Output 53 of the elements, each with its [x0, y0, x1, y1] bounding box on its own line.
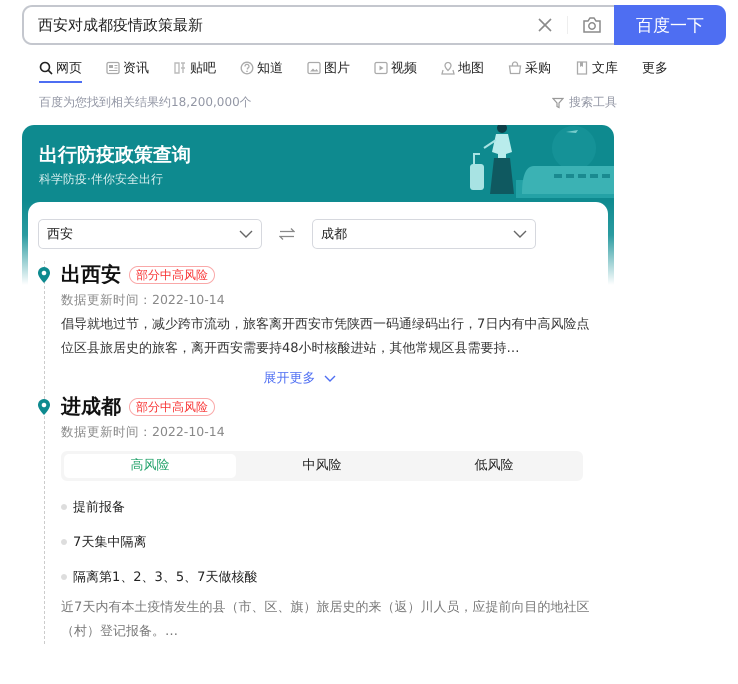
search-tab[interactable]: 知道 — [240, 55, 283, 83]
card-subtitle: 科学防疫·伴你安全出行 — [39, 171, 164, 188]
search-text[interactable]: 西安对成都疫情政策最新 — [38, 16, 523, 34]
bullet-dot — [61, 539, 67, 545]
requirement-item: 7天集中隔离 — [73, 534, 146, 551]
search-tab[interactable]: 贴吧 — [173, 55, 216, 83]
tieba-icon — [173, 61, 187, 75]
risk-tab[interactable]: 中风险 — [236, 454, 408, 478]
location-pin-icon — [38, 266, 50, 282]
city-dropdown[interactable]: 成都 — [312, 219, 536, 249]
doc-icon — [575, 61, 589, 75]
section-title: 出西安 — [61, 261, 121, 288]
city-dropdown[interactable]: 西安 — [38, 219, 262, 249]
policy-note: 近7天内有本土疫情发生的县（市、区、旗）旅居史的来（返）川人员，应提前向目的地社区（村）登记报备。… — [61, 599, 590, 641]
update-time: 数据更新时间：2022-10-14 — [61, 292, 226, 309]
search-tab[interactable]: 地图 — [441, 55, 484, 83]
bullet-dot — [61, 574, 67, 580]
search-tab[interactable]: 视频 — [374, 55, 417, 83]
search-tab[interactable]: 网页 — [39, 55, 82, 83]
search-tab[interactable]: 文库 — [575, 55, 618, 83]
basket-icon — [508, 61, 522, 75]
card-title: 出行防疫政策查询 — [39, 143, 191, 168]
chevron-down-icon — [513, 230, 527, 238]
risk-tag: 部分中高风险 — [129, 266, 215, 284]
search-field[interactable]: 西安对成都疫情政策最新 — [22, 5, 614, 45]
result-count: 百度为您找到相关结果约18,200,000个 — [39, 94, 252, 111]
search-tab[interactable]: 更多 — [642, 55, 668, 83]
bullet-dot — [61, 504, 67, 510]
requirement-item: 隔离第1、2、3、5、7天做核酸 — [73, 569, 258, 586]
policy-text: 倡导就地过节，减少跨市流动，旅客离开西安市凭陕西一码通绿码出行，7日内有中高风险点位区县旅居史的旅客，离开西安需要持48小时核酸进站，其他常规区县需要持… — [61, 316, 590, 358]
close-icon — [537, 17, 553, 33]
chevron-down-icon — [324, 374, 336, 382]
chevron-down-icon — [239, 230, 253, 238]
map-icon — [441, 61, 455, 75]
risk-tag: 部分中高风险 — [129, 398, 215, 416]
search-tab[interactable]: 采购 — [508, 55, 551, 83]
requirement-item: 提前报备 — [73, 499, 125, 516]
news-icon — [106, 61, 120, 75]
section-title: 进成都 — [61, 393, 121, 420]
search-tab[interactable]: 图片 — [307, 55, 350, 83]
location-pin-icon — [38, 398, 50, 414]
search-tab[interactable]: 资讯 — [106, 55, 149, 83]
search-icon — [39, 61, 53, 75]
filter-icon — [552, 96, 564, 108]
update-time: 数据更新时间：2022-10-14 — [61, 424, 226, 441]
swap-icon[interactable] — [279, 228, 295, 240]
risk-tab[interactable]: 低风险 — [408, 454, 580, 478]
video-icon — [374, 61, 388, 75]
search-button[interactable]: 百度一下 — [614, 5, 726, 45]
expand-more-link[interactable]: 展开更多 — [264, 369, 336, 387]
question-icon — [240, 61, 254, 75]
camera-icon — [582, 16, 602, 34]
image-icon — [307, 61, 321, 75]
